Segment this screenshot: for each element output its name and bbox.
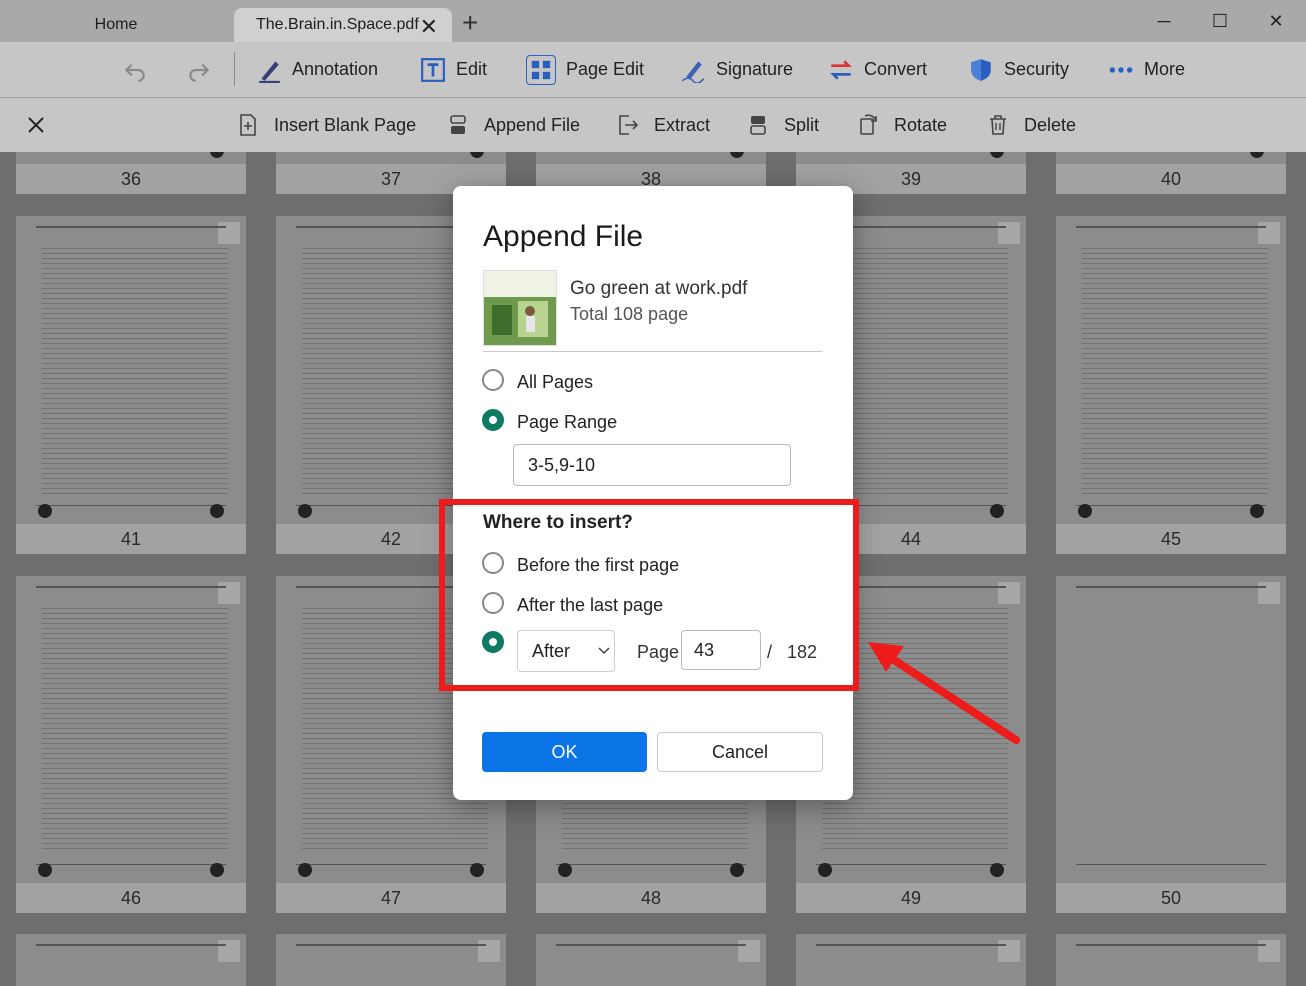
redo-icon[interactable] [186,42,212,97]
append-file-dialog: Append File Go green at work.pdf Total 1… [453,186,853,800]
page-thumbnail[interactable]: 36 [16,152,246,194]
page-range-label: Page Range [517,412,618,432]
tab-label: The.Brain.in.Space.pdf [256,16,419,33]
close-window-icon[interactable]: ✕ [1248,0,1304,42]
signature-icon [681,60,705,83]
page-number: 40 [1056,164,1286,194]
split-button[interactable]: Split [746,98,819,152]
main-toolbar: Annotation Edit Page Edit Signature Conv… [0,42,1306,98]
page-number: 46 [16,883,246,913]
text-edit-icon [421,57,445,82]
page-thumbnail[interactable]: 46 [16,576,246,913]
cancel-button[interactable]: Cancel [657,732,823,772]
rotate-button[interactable]: Rotate [856,98,947,152]
toolbar-security[interactable]: Security [968,42,1069,97]
grid-icon [526,54,556,85]
file-name: Go green at work.pdf [570,278,748,299]
ok-button[interactable]: OK [482,732,647,772]
toolbar-signature[interactable]: Signature [680,42,793,97]
subbar-label: Append File [484,114,581,135]
dialog-title: Append File [483,220,644,253]
shield-icon [971,58,991,81]
title-bar: Home The.Brain.in.Space.pdf ✕ + ─ ☐ ✕ [0,0,1306,42]
convert-icon [830,59,852,80]
maximize-icon[interactable]: ☐ [1192,0,1248,42]
subbar-label: Rotate [894,114,948,135]
toolbar-label: Annotation [292,59,379,79]
delete-button[interactable]: Delete [986,98,1076,152]
toolbar-more[interactable]: More [1108,42,1185,97]
all-pages-label: All Pages [517,372,594,392]
toolbar-divider [234,52,235,86]
page-thumbnail[interactable]: 40 [1056,152,1286,194]
page-number: 50 [1056,883,1286,913]
all-pages-radio[interactable] [482,369,504,391]
more-icon [1109,66,1133,73]
subbar-label: Insert Blank Page [274,114,417,135]
close-icon[interactable] [24,98,48,152]
toolbar-label: Edit [456,59,488,79]
page-number: 41 [16,524,246,554]
toolbar-annotation[interactable]: Annotation [256,42,378,97]
toolbar-label: Convert [864,59,928,79]
rotate-icon [860,114,877,135]
subbar-label: Split [784,114,820,135]
page-number: 36 [16,164,246,194]
toolbar-label: More [1144,59,1186,79]
close-tab-icon[interactable]: ✕ [420,14,438,40]
page-thumbnail[interactable] [796,934,1026,986]
page-thumbnail[interactable]: 50 [1056,576,1286,913]
trash-icon [990,115,1006,135]
page-thumbnail[interactable] [1056,934,1286,986]
page-range-radio[interactable] [482,409,504,431]
undo-icon[interactable] [122,42,148,97]
file-page-count: Total 108 page [570,304,689,324]
page-thumbnail[interactable]: 45 [1056,216,1286,554]
append-file-button[interactable]: Append File [446,98,580,152]
split-icon [750,116,766,135]
page-thumbnail[interactable] [16,934,246,986]
page-thumbnail[interactable] [536,934,766,986]
page-edit-toolbar: Insert Blank Page Append File Extract Sp… [0,98,1306,152]
file-thumbnail [483,270,557,346]
page-number: 47 [276,883,506,913]
toolbar-edit[interactable]: Edit [420,42,487,97]
subbar-label: Extract [654,114,711,135]
highlight-box [439,499,859,691]
toolbar-page-edit[interactable]: Page Edit [522,42,648,97]
page-number: 48 [536,883,766,913]
append-file-icon [450,115,466,134]
toolbar-label: Signature [716,59,794,79]
pen-icon [259,60,280,83]
extract-button[interactable]: Extract [616,98,710,152]
blank-page-icon [240,114,256,136]
tab-home[interactable]: Home [0,8,232,42]
page-number: 45 [1056,524,1286,554]
toolbar-label: Page Edit [566,59,645,79]
page-range-input[interactable]: 3-5,9-10 [513,444,791,486]
insert-blank-page-button[interactable]: Insert Blank Page [236,98,416,152]
toolbar-convert[interactable]: Convert [828,42,927,97]
page-thumbnail[interactable] [276,934,506,986]
subbar-label: Delete [1024,114,1077,135]
divider [483,351,823,352]
page-number: 49 [796,883,1026,913]
extract-icon [619,115,639,135]
toolbar-label: Security [1004,59,1070,79]
new-tab-icon[interactable]: + [462,8,478,38]
page-thumbnail[interactable]: 41 [16,216,246,554]
annotation-arrow [868,642,1020,744]
minimize-icon[interactable]: ─ [1136,0,1192,42]
tab-document[interactable]: The.Brain.in.Space.pdf ✕ [234,8,452,42]
tab-label: Home [94,16,138,33]
